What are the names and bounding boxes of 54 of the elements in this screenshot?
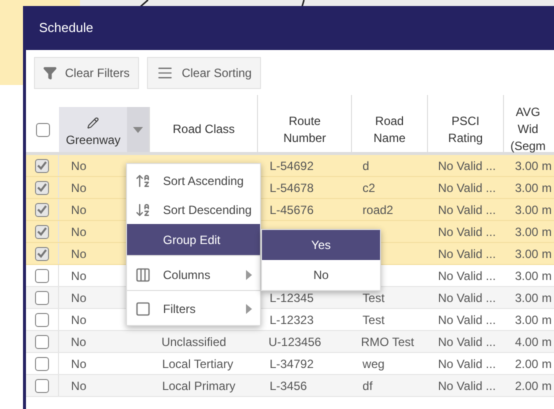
- table-cell-text: weg: [362, 356, 385, 372]
- table-cell-text: No: [71, 290, 86, 306]
- table-cell-text: c2: [362, 180, 376, 196]
- table-cell-text: No Valid ...: [438, 246, 496, 262]
- table-cell-text: No: [71, 180, 86, 196]
- column-title: Greenway: [66, 132, 121, 148]
- table-cell-text: road2: [362, 202, 394, 218]
- table-cell-text: 3.00 m: [515, 158, 552, 174]
- table-cell-text: No: [71, 246, 86, 262]
- table-cell-text: Test: [362, 312, 385, 328]
- table-cell-text: 3.00 m: [515, 224, 552, 240]
- table-cell-text: No Valid ...: [438, 180, 496, 196]
- table-cell-text: No: [71, 356, 86, 372]
- table-cell-text: 4.00 m: [515, 334, 552, 350]
- table-cell-text: Local Tertiary: [162, 356, 234, 372]
- table-cell-text: No Valid ...: [438, 334, 496, 350]
- table-cell-text: No Valid ...: [438, 356, 496, 372]
- table-cell-text: No: [71, 224, 86, 240]
- table-cell-text: No Valid ...: [438, 268, 496, 284]
- table-cell-text: L-12345: [270, 290, 314, 306]
- table-cell-text: 2.00 m: [515, 356, 552, 372]
- table-cell-text: No Valid ...: [438, 224, 496, 240]
- table-cell-text: Test: [362, 290, 385, 306]
- table-cell-text: No: [71, 158, 86, 174]
- table-cell-text: No: [70, 334, 86, 350]
- table-cell-text: 3.00 m: [515, 202, 552, 218]
- table-cell-text: No: [71, 202, 86, 218]
- table-cell-text: 3.00 m: [515, 268, 552, 284]
- table-cell-text: L-12323: [270, 312, 314, 328]
- table-cell-text: No Valid ...: [438, 378, 496, 394]
- table-cell-text: df: [362, 378, 373, 394]
- table-cell-text: 3.00 m: [515, 180, 552, 196]
- table-cell-text: No Valid ...: [438, 312, 496, 328]
- window-title: Schedule: [39, 19, 94, 38]
- table-cell-text: No: [71, 378, 86, 394]
- table-cell-text: L-34792: [270, 356, 314, 372]
- table-cell-text: U-123456: [268, 334, 322, 350]
- table-cell-text: L-3456: [270, 378, 307, 394]
- table-cell-text: No: [71, 268, 86, 284]
- table-cell-text: L-54678: [270, 180, 314, 196]
- table-cell-text: 3.00 m: [515, 290, 552, 306]
- table-cell-text: No Valid ...: [438, 290, 496, 306]
- table-cell-text: 2.00 m: [515, 378, 552, 394]
- table-cell-text: No: [71, 312, 86, 328]
- table-cell-text: Local Primary: [162, 378, 236, 394]
- table-cell-text: d: [362, 158, 370, 174]
- table-cell-text: Unclassified: [161, 334, 226, 350]
- table-cell-text: 3.00 m: [515, 246, 552, 262]
- table-cell-text: 3.00 m: [515, 312, 552, 328]
- table-cell-text: No Valid ...: [438, 202, 496, 218]
- table-cell-text: No Valid ...: [438, 158, 496, 174]
- table-cell-text: RMO Test: [361, 334, 414, 350]
- table-cell-text: L-45676: [270, 202, 314, 218]
- table-cell-text: L-54692: [270, 158, 314, 174]
